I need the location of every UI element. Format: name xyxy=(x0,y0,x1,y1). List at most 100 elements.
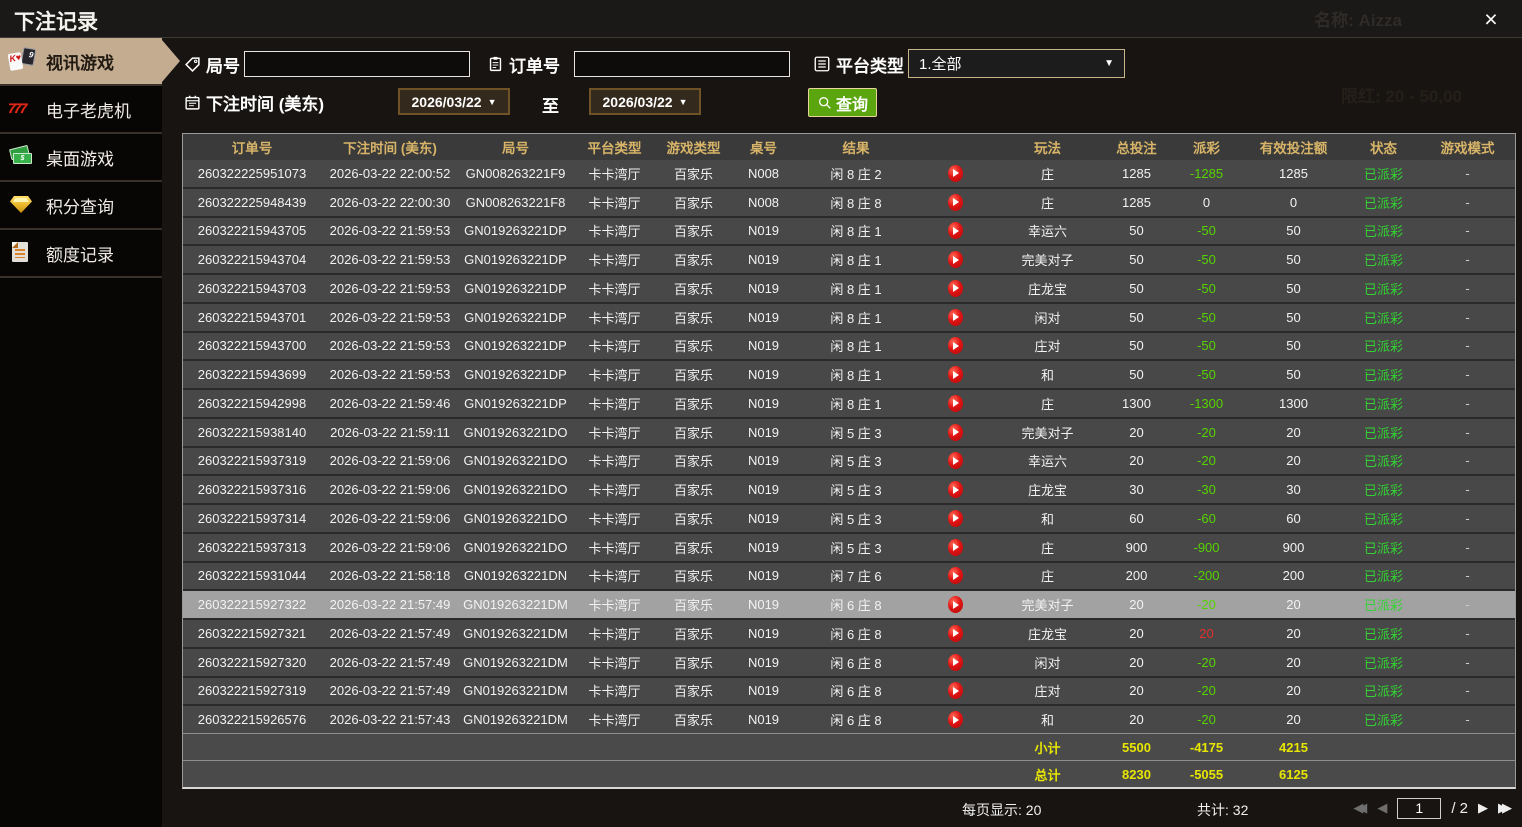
cell-game-mode: - xyxy=(1420,361,1515,388)
table-row[interactable]: 260322215937319 2026-03-22 21:59:06 GN01… xyxy=(183,446,1515,475)
date-to-select[interactable]: 2026/03/22 xyxy=(589,88,701,115)
replay-icon[interactable] xyxy=(948,625,963,642)
replay-icon[interactable] xyxy=(948,510,963,527)
replay-icon[interactable] xyxy=(948,395,963,412)
page-number-input[interactable] xyxy=(1397,798,1441,819)
table-row[interactable]: 260322215943701 2026-03-22 21:59:53 GN01… xyxy=(183,302,1515,331)
replay-icon[interactable] xyxy=(948,165,963,182)
sidebar-item-quota-record[interactable]: 额度记录 xyxy=(0,230,162,278)
cell-game-type: 百家乐 xyxy=(657,419,730,446)
replay-icon[interactable] xyxy=(948,539,963,556)
cell-game-mode: - xyxy=(1420,678,1515,705)
replay-icon[interactable] xyxy=(948,452,963,469)
replay-icon[interactable] xyxy=(948,567,963,584)
table-row[interactable]: 260322215942998 2026-03-22 21:59:46 GN01… xyxy=(183,388,1515,417)
query-button[interactable]: 查询 xyxy=(808,88,877,117)
replay-icon[interactable] xyxy=(948,280,963,297)
cell-order-no: 260322215927320 xyxy=(183,649,321,676)
table-row[interactable]: 260322215926576 2026-03-22 21:57:43 GN01… xyxy=(183,704,1515,733)
table-row[interactable]: 260322215943704 2026-03-22 21:59:53 GN01… xyxy=(183,244,1515,273)
search-icon xyxy=(817,95,833,111)
cell-valid-bet: 1300 xyxy=(1240,390,1347,417)
cell-valid-bet: 20 xyxy=(1240,706,1347,733)
table-row[interactable]: 260322215937313 2026-03-22 21:59:06 GN01… xyxy=(183,532,1515,561)
close-icon[interactable]: × xyxy=(1476,4,1506,34)
cell-game-type: 百家乐 xyxy=(657,275,730,302)
next-page-icon[interactable]: ▶ xyxy=(1478,800,1488,816)
last-page-icon[interactable]: ▶▶ xyxy=(1498,800,1512,816)
replay-icon[interactable] xyxy=(948,682,963,699)
cell-valid-bet: 50 xyxy=(1240,361,1347,388)
cell-result: 闲 8 庄 1 xyxy=(797,361,915,388)
sidebar-item-points[interactable]: 积分查询 xyxy=(0,182,162,230)
cell-result: 闲 8 庄 1 xyxy=(797,390,915,417)
cell-game-mode: - xyxy=(1420,390,1515,417)
cell-total-bet: 200 xyxy=(1100,563,1173,590)
table-row[interactable]: 260322225948439 2026-03-22 22:00:30 GN00… xyxy=(183,187,1515,216)
replay-icon[interactable] xyxy=(948,481,963,498)
table-row[interactable]: 260322215927322 2026-03-22 21:57:49 GN01… xyxy=(183,589,1515,618)
round-no-input[interactable] xyxy=(244,51,470,77)
table-row[interactable]: 260322215943700 2026-03-22 21:59:53 GN01… xyxy=(183,331,1515,360)
replay-icon[interactable] xyxy=(948,366,963,383)
cell-status: 已派彩 xyxy=(1347,534,1420,561)
table-row[interactable]: 260322215938140 2026-03-22 21:59:11 GN01… xyxy=(183,417,1515,446)
table-row[interactable]: 260322215927321 2026-03-22 21:57:49 GN01… xyxy=(183,618,1515,647)
order-no-input[interactable] xyxy=(574,51,790,77)
replay-icon[interactable] xyxy=(948,222,963,239)
replay-icon[interactable] xyxy=(948,194,963,211)
cell-result: 闲 8 庄 1 xyxy=(797,304,915,331)
replay-icon[interactable] xyxy=(948,424,963,441)
grand-total-row: 总计 8230 -5055 6125 xyxy=(183,760,1515,787)
table-row[interactable]: 260322215927319 2026-03-22 21:57:49 GN01… xyxy=(183,676,1515,705)
replay-icon[interactable] xyxy=(948,596,963,613)
platform-type-label-group: 平台类型 xyxy=(813,50,904,78)
cell-bet-time: 2026-03-22 21:57:49 xyxy=(321,649,459,676)
cell-status: 已派彩 xyxy=(1347,476,1420,503)
cell-payout: -900 xyxy=(1173,534,1240,561)
table-row[interactable]: 260322215943705 2026-03-22 21:59:53 GN01… xyxy=(183,216,1515,245)
cell-round-no: GN019263221DP xyxy=(459,246,572,273)
cell-game-type: 百家乐 xyxy=(657,620,730,647)
cell-total-bet: 50 xyxy=(1100,333,1173,360)
cell-status: 已派彩 xyxy=(1347,563,1420,590)
cell-valid-bet: 900 xyxy=(1240,534,1347,561)
cell-total-bet: 20 xyxy=(1100,419,1173,446)
table-row[interactable]: 260322215937314 2026-03-22 21:59:06 GN01… xyxy=(183,503,1515,532)
table-row[interactable]: 260322215927320 2026-03-22 21:57:49 GN01… xyxy=(183,647,1515,676)
sidebar-item-video-games[interactable]: 9K♥ 视讯游戏 xyxy=(0,38,162,86)
replay-icon[interactable] xyxy=(948,711,963,728)
replay-icon[interactable] xyxy=(948,251,963,268)
first-page-icon[interactable]: ◀◀ xyxy=(1353,800,1367,816)
table-row[interactable]: 260322215943699 2026-03-22 21:59:53 GN01… xyxy=(183,359,1515,388)
cell-bet-time: 2026-03-22 21:59:06 xyxy=(321,534,459,561)
cell-bet-time: 2026-03-22 21:57:49 xyxy=(321,591,459,618)
platform-type-select[interactable]: 1.全部 xyxy=(908,49,1125,78)
sidebar-item-table-games[interactable]: $ 桌面游戏 xyxy=(0,134,162,182)
cell-status: 已派彩 xyxy=(1347,390,1420,417)
date-from-select[interactable]: 2026/03/22 xyxy=(398,88,510,115)
cell-platform: 卡卡湾厅 xyxy=(572,361,657,388)
sidebar-item-slots[interactable]: 777 电子老虎机 xyxy=(0,86,162,134)
cell-table-no: N019 xyxy=(730,361,797,388)
prev-page-icon[interactable]: ◀ xyxy=(1377,800,1387,816)
table-row[interactable]: 260322225951073 2026-03-22 22:00:52 GN00… xyxy=(183,160,1515,187)
replay-icon[interactable] xyxy=(948,309,963,326)
cell-order-no: 260322215926576 xyxy=(183,706,321,733)
sidebar-item-label: 额度记录 xyxy=(46,241,114,266)
cell-valid-bet: 0 xyxy=(1240,189,1347,216)
cell-table-no: N019 xyxy=(730,591,797,618)
table-row[interactable]: 260322215937316 2026-03-22 21:59:06 GN01… xyxy=(183,474,1515,503)
replay-icon[interactable] xyxy=(948,654,963,671)
cell-order-no: 260322225948439 xyxy=(183,189,321,216)
cell-table-no: N019 xyxy=(730,448,797,475)
table-row[interactable]: 260322215943703 2026-03-22 21:59:53 GN01… xyxy=(183,273,1515,302)
cell-bet-time: 2026-03-22 21:59:53 xyxy=(321,218,459,245)
replay-icon[interactable] xyxy=(948,337,963,354)
cell-payout: -50 xyxy=(1173,218,1240,245)
cell-table-no: N008 xyxy=(730,160,797,187)
cell-total-bet: 50 xyxy=(1100,246,1173,273)
cell-result: 闲 6 庄 8 xyxy=(797,620,915,647)
cell-valid-bet: 30 xyxy=(1240,476,1347,503)
table-row[interactable]: 260322215931044 2026-03-22 21:58:18 GN01… xyxy=(183,561,1515,590)
